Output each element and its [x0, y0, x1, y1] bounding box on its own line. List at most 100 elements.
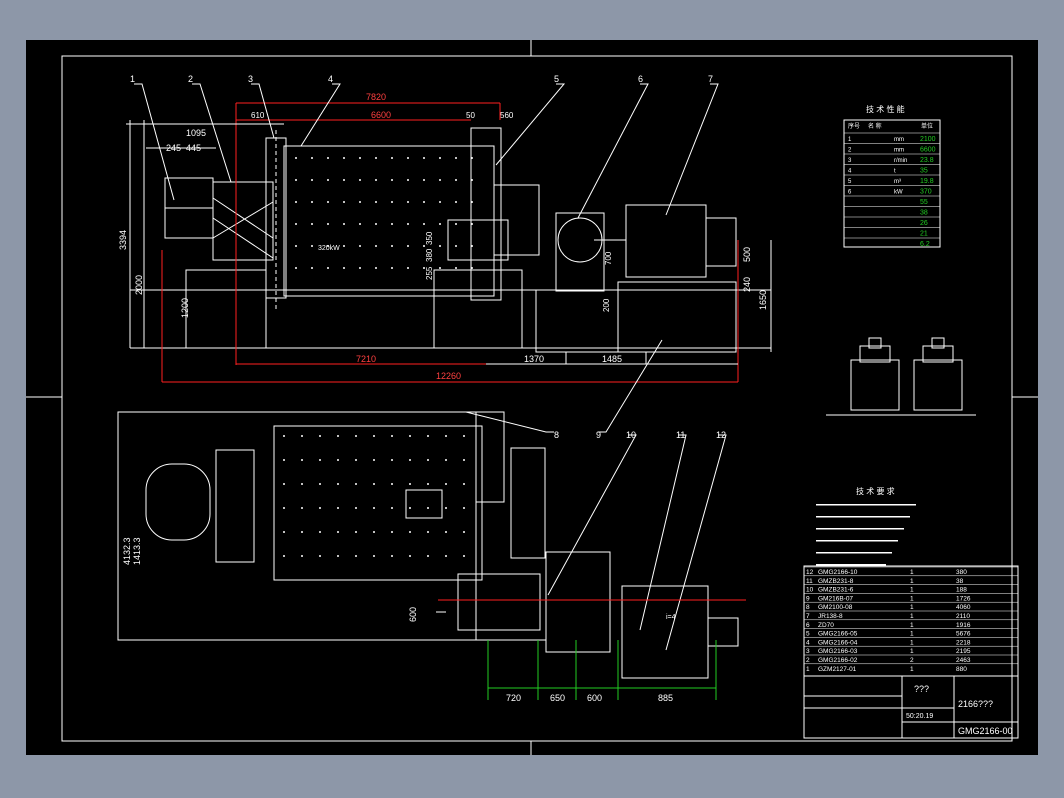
liner-bolt — [471, 267, 473, 269]
plan-liner-bolt — [463, 555, 465, 557]
parts-row-mass: 2463 — [956, 657, 971, 664]
parts-row-mass: 880 — [956, 666, 967, 673]
plan-liner-bolt — [391, 531, 393, 533]
liner-bolt — [391, 223, 393, 225]
parts-row-qty: 1 — [910, 639, 914, 646]
dim-650: 650 — [550, 693, 565, 703]
plan-feed-bearing — [215, 449, 255, 563]
tech-row-no: 1 — [848, 137, 852, 143]
plan-liner-bolt — [283, 435, 285, 437]
drawing-number: GMG2166-00 — [958, 726, 1013, 736]
tech-row-unit: kW — [894, 190, 903, 196]
dim-240: 240 — [742, 277, 752, 292]
dim-720: 720 — [506, 693, 521, 703]
plan-mill-shell — [273, 425, 483, 581]
parts-row-code: GZM2127-01 — [818, 666, 857, 673]
plan-liner-bolt — [427, 483, 429, 485]
tech-row-value: 23.8 — [920, 157, 934, 164]
liner-bolt — [439, 201, 441, 203]
liner-bolt — [439, 157, 441, 159]
plan-liner-bolt — [337, 459, 339, 461]
part-label-11: 11 — [676, 430, 685, 440]
liner-bolt — [375, 179, 377, 181]
parts-row-code: GMZB231-6 — [818, 587, 854, 594]
parts-rows: 12 GMG2166-10 1 38011 GMZB231-8 1 3810 GMZB231-… — [804, 566, 1018, 673]
parts-row-mass: 2195 — [956, 648, 971, 655]
liner-bolt — [455, 245, 457, 247]
plan-liner-bolt — [427, 555, 429, 557]
tech-row-unit: mm — [894, 137, 904, 143]
liner-bolt — [327, 223, 329, 225]
plan-liner-bolt — [319, 531, 321, 533]
liner-bolt — [471, 223, 473, 225]
dim-700: 700 — [604, 251, 613, 265]
liner-bolt — [423, 157, 425, 159]
note-line — [816, 516, 910, 518]
liner-bolt — [439, 179, 441, 181]
liner-bolt — [359, 201, 361, 203]
plan-liner-bolt — [445, 483, 447, 485]
liner-bolt — [375, 157, 377, 159]
plan-liner-bolt — [373, 459, 375, 461]
parts-row-mass: 2110 — [956, 613, 970, 620]
parts-row-no: 5 — [806, 631, 810, 638]
plan-liner-bolt — [463, 483, 465, 485]
ratio-note: i=4 — [666, 614, 676, 621]
dim-1650: 1650 — [758, 290, 768, 310]
parts-row-qty: 2 — [910, 657, 914, 664]
plan-dim-lines — [487, 640, 717, 700]
tech-row-no: 6 — [848, 190, 852, 196]
liner-bolt — [471, 245, 473, 247]
dim-3394: 3394 — [118, 230, 128, 250]
part-label-4: 4 — [328, 74, 333, 84]
title-code: 2166??? — [958, 699, 993, 709]
parts-row-qty: 1 — [910, 622, 914, 629]
plan-liner-bolt — [301, 435, 303, 437]
plan-liner-bolt — [391, 507, 393, 509]
liner-bolt — [295, 267, 297, 269]
dim-1370: 1370 — [524, 354, 544, 364]
parts-row-mass: 2218 — [956, 639, 971, 646]
plan-liner-bolt — [319, 459, 321, 461]
dim-560: 560 — [500, 111, 514, 120]
tech-row-unit: m³ — [894, 179, 901, 185]
shell-liner-bolts — [283, 157, 473, 557]
plan-liner-bolt — [355, 459, 357, 461]
dim-600-plan: 600 — [408, 607, 418, 622]
plan-liner-bolt — [373, 435, 375, 437]
parts-row-code: GMG2166-05 — [818, 631, 858, 638]
plan-feed-end — [145, 463, 211, 541]
parts-row-qty: 1 — [910, 587, 914, 594]
plan-liner-bolt — [355, 435, 357, 437]
plan-liner-bolt — [373, 507, 375, 509]
dim-600: 600 — [587, 693, 602, 703]
dim-2000: 2000 — [134, 275, 144, 295]
dim-500: 500 — [742, 247, 752, 262]
parts-row-no: 7 — [806, 613, 810, 620]
cad-drawing-sheet: 7820 610 6600 50 560 1095 245 445 3394 2… — [26, 40, 1038, 755]
parts-row-no: 11 — [806, 578, 813, 585]
parts-row-qty: 1 — [910, 648, 914, 655]
tech-row-no: 2 — [848, 148, 852, 154]
elevation-view — [129, 120, 772, 353]
liner-bolt — [359, 223, 361, 225]
foundation-feed — [185, 269, 267, 349]
liner-bolt — [311, 223, 313, 225]
plan-liner-bolt — [319, 555, 321, 557]
tech-header-unit: 单位 — [921, 122, 933, 130]
tech-row-value: 2100 — [920, 136, 936, 143]
liner-bolt — [471, 179, 473, 181]
liner-bolt — [343, 267, 345, 269]
liner-bolt — [343, 223, 345, 225]
parts-list: 12 GMG2166-10 1 38011 GMZB231-8 1 3810 GMZB231-… — [803, 565, 1019, 677]
tech-row-value: 35 — [920, 168, 928, 175]
parts-row-code: GM2100-08 — [818, 604, 853, 611]
plan-liner-bolt — [355, 483, 357, 485]
liner-bolt — [295, 245, 297, 247]
tech-header-name: 名 称 — [868, 122, 882, 130]
parts-row-code: GMZB231-8 — [818, 578, 854, 585]
liner-bolt — [295, 201, 297, 203]
plan-discharge-bearing — [510, 447, 546, 559]
dim-245: 245 — [166, 143, 181, 153]
parts-row-mass: 188 — [956, 587, 967, 594]
